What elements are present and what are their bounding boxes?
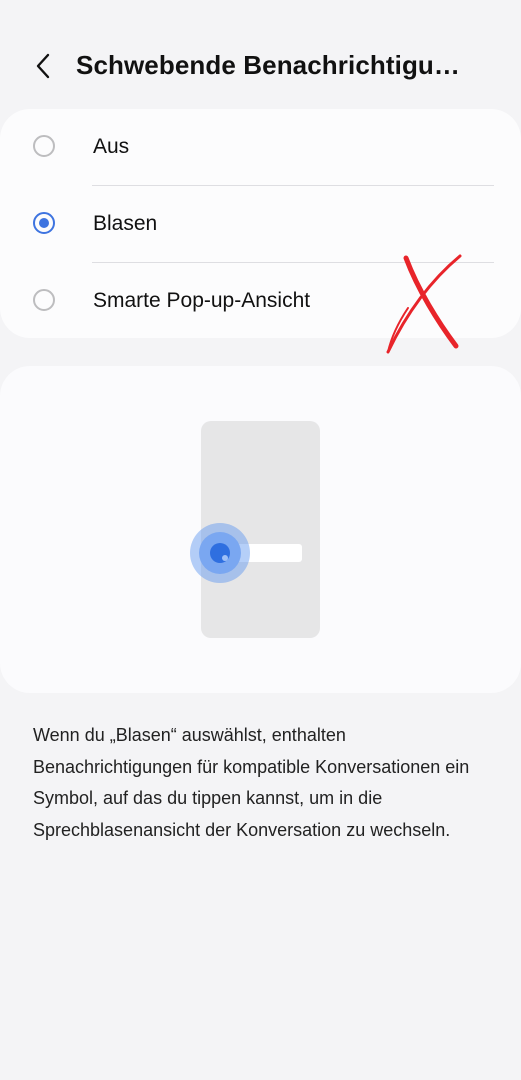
radio-button-aus[interactable] (33, 135, 55, 157)
radio-button-smarte-pop-up-ansicht[interactable] (33, 289, 55, 311)
option-smarte-pop-up-ansicht[interactable]: Smarte Pop-up-Ansicht (0, 263, 521, 339)
bubble-preview-card (0, 366, 521, 693)
option-label-smarte-pop-up-ansicht: Smarte Pop-up-Ansicht (93, 289, 311, 312)
chevron-left-icon (36, 53, 50, 79)
top-app-bar: Schwebende Benachrichtigu… (0, 36, 521, 96)
option-label-blasen: Blasen (93, 212, 158, 235)
bubble-highlight (222, 555, 228, 561)
option-label-aus: Aus (93, 135, 130, 158)
options-card: Aus Blasen Smarte Pop-up-Ansicht (0, 109, 521, 338)
back-button[interactable] (26, 48, 60, 84)
page-title: Schwebende Benachrichtigu… (76, 50, 461, 80)
radio-button-blasen[interactable] (33, 212, 55, 234)
option-aus[interactable]: Aus (0, 109, 521, 185)
description-text: Wenn du „Blasen“ auswählst, enthalten Be… (33, 725, 470, 840)
option-blasen[interactable]: Blasen (0, 186, 521, 262)
